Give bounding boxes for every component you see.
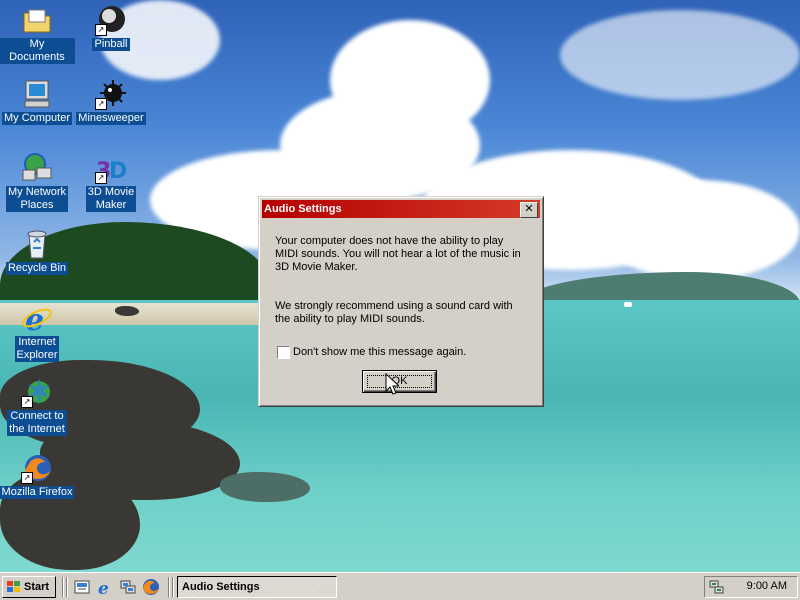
folder-documents-icon [21, 4, 53, 36]
system-tray: 9:00 AM [704, 576, 798, 598]
icon-label: Mozilla Firefox [0, 486, 75, 499]
internet-explorer-icon[interactable]: e [96, 578, 114, 596]
ok-button[interactable]: OK [362, 370, 437, 393]
dialog-title: Audio Settings [264, 203, 342, 215]
taskbar-button-label: Audio Settings [182, 581, 260, 593]
icon-label: Internet Explorer [14, 336, 60, 362]
svg-text:e: e [98, 579, 109, 596]
pinball-icon-item[interactable]: ↗ Pinball [73, 4, 149, 51]
my-network-places-icon-item[interactable]: My Network Places [0, 152, 75, 212]
show-desktop-icon[interactable] [73, 578, 91, 596]
audio-settings-dialog: Audio Settings ✕ Your computer does not … [258, 196, 544, 407]
internet-explorer-icon: e [21, 302, 53, 338]
dont-show-again-checkbox[interactable] [277, 346, 290, 359]
taskbar-separator [66, 577, 68, 597]
shortcut-arrow-icon: ↗ [21, 396, 33, 408]
taskbar-separator [172, 577, 174, 597]
dont-show-again-label[interactable]: Don't show me this message again. [293, 346, 466, 358]
start-label: Start [24, 581, 50, 593]
shortcut-arrow-icon: ↗ [95, 98, 107, 110]
network-places-icon [21, 152, 53, 184]
message-paragraph-2: We strongly recommend using a sound card… [275, 300, 513, 325]
icon-label: My Network Places [5, 186, 69, 212]
firefox-icon: ↗ [21, 452, 53, 484]
mouse-cursor-icon [385, 373, 399, 395]
internet-explorer-icon-item[interactable]: e Internet Explorer [0, 302, 75, 362]
3d-movie-maker-icon-item[interactable]: 3D ↗ 3D MovieMaker [73, 152, 149, 212]
icon-label: 3D Movie Maker [85, 186, 137, 212]
svg-text:D: D [109, 159, 127, 184]
recycle-bin-icon [21, 228, 53, 260]
dialog-titlebar[interactable]: Audio Settings ✕ [262, 200, 540, 218]
connect-internet-icon: ↗ [21, 376, 53, 408]
icon-label: Pinball [92, 38, 130, 51]
focus-rectangle [367, 375, 432, 388]
icon-label: Connect to the Internet [7, 410, 67, 436]
taskbar-button-audio-settings[interactable]: Audio Settings [177, 576, 337, 598]
icon-label: My Documents [0, 38, 75, 64]
network-icon[interactable] [119, 578, 137, 596]
windows-logo-icon [7, 581, 20, 592]
icon-label: Recycle Bin [5, 262, 69, 275]
taskbar-separator [168, 577, 170, 597]
recycle-bin-icon-item[interactable]: Recycle Bin [0, 228, 75, 275]
minesweeper-icon: ↗ [95, 78, 127, 110]
firefox-icon[interactable] [142, 578, 160, 596]
network-tray-icon[interactable] [709, 579, 725, 595]
computer-icon [21, 78, 53, 110]
start-button[interactable]: Start [2, 576, 56, 598]
taskbar: Start e Audio Settings 9:00 AM [0, 572, 800, 600]
shortcut-arrow-icon: ↗ [95, 24, 107, 36]
minesweeper-icon-item[interactable]: ↗ Minesweeper [73, 78, 149, 125]
taskbar-separator [62, 577, 64, 597]
pinball-icon: ↗ [95, 4, 127, 36]
clock[interactable]: 9:00 AM [747, 580, 787, 592]
icon-label: My Computer [1, 112, 73, 125]
shortcut-arrow-icon: ↗ [21, 472, 33, 484]
connect-internet-icon-item[interactable]: ↗ Connect to the Internet [0, 376, 75, 436]
mozilla-firefox-icon-item[interactable]: ↗ Mozilla Firefox [0, 452, 75, 499]
close-button[interactable]: ✕ [520, 202, 538, 218]
message-paragraph-1: Your computer does not have the ability … [275, 235, 521, 273]
shortcut-arrow-icon: ↗ [95, 172, 107, 184]
3d-movie-maker-icon: 3D ↗ [95, 152, 127, 184]
svg-text:e: e [25, 303, 44, 334]
my-documents-icon-item[interactable]: My Documents [0, 4, 75, 64]
my-computer-icon-item[interactable]: My Computer [0, 78, 75, 125]
icon-label: Minesweeper [76, 112, 146, 125]
close-icon: ✕ [524, 203, 534, 215]
